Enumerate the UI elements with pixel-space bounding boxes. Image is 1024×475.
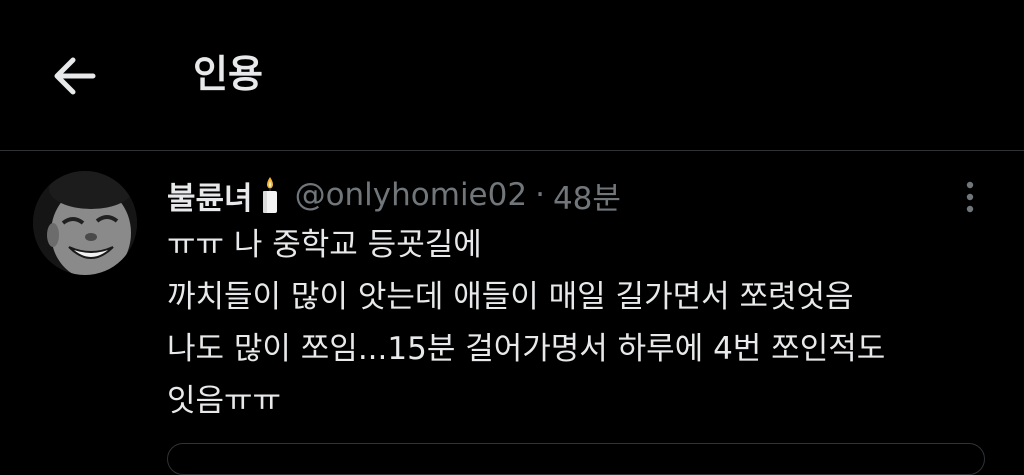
page-title: 인용 <box>193 52 263 96</box>
tweet-text-line: ㅠㅠ 나 중학교 등굣길에 <box>167 227 482 263</box>
avatar-photo <box>33 171 137 275</box>
arrow-left-icon <box>54 57 96 95</box>
tweet-text-line: 나도 많이 쪼임...15분 걸어가명서 하루에 4번 쪼인적도 <box>167 331 886 367</box>
tweet-text-line: 까치들이 많이 앗는데 애들이 매일 길가면서 쪼렷엇음 <box>167 279 854 315</box>
timestamp[interactable]: 48분 <box>553 173 621 218</box>
tweet-text: ㅠㅠ 나 중학교 등굣길에 까치들이 많이 앗는데 애들이 매일 길가면서 쪼렷… <box>167 219 997 427</box>
more-options-button[interactable] <box>948 175 992 219</box>
tweet-header: 불륜녀 @onlyhomie02 · 48분 <box>167 171 621 219</box>
tweet-text-line: 잇음ㅠㅠ <box>167 383 282 419</box>
candle-icon <box>259 175 281 215</box>
back-button[interactable] <box>46 48 102 104</box>
avatar[interactable] <box>33 171 137 275</box>
display-name[interactable]: 불륜녀 <box>167 173 253 218</box>
user-handle[interactable]: @onlyhomie02 <box>295 177 528 213</box>
quoted-tweet-card[interactable] <box>167 443 985 475</box>
tweet[interactable]: 불륜녀 @onlyhomie02 · 48분 ㅠㅠ 나 중학교 등굣길에 까치들… <box>0 151 1024 475</box>
more-vertical-icon <box>966 181 974 213</box>
separator-dot: · <box>535 177 545 213</box>
top-app-bar: 인용 <box>0 0 1024 150</box>
